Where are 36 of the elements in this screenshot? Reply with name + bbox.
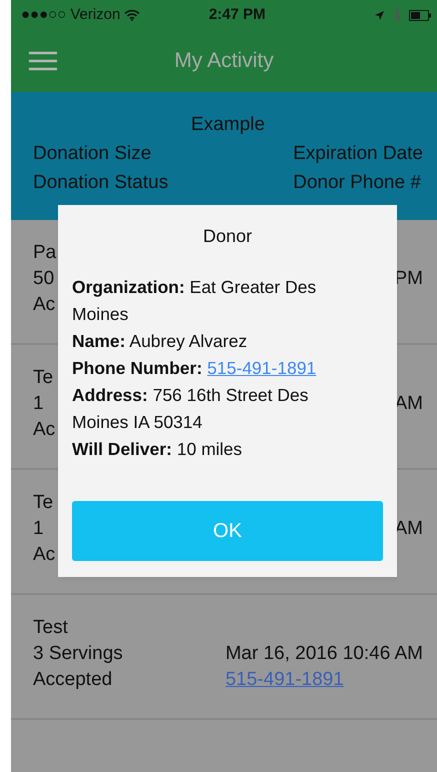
donation-size: 3 Servings [33,642,123,666]
page-title: My Activity [174,48,274,74]
field-text: Name: Aubrey Alvarez [72,330,248,353]
column-label: Donor Phone # [293,171,422,195]
donation-status: Ac [33,293,56,317]
donation-size: 50 [33,267,56,291]
donation-title: Test [33,616,69,640]
carrier-name: Verizon [70,4,120,25]
signal-strength: ●●●○○ [21,4,66,25]
phone-link[interactable]: 515-491-1891 [225,667,344,693]
donation-size: 1 [33,392,45,416]
dialog-title: Donor [202,225,254,248]
bluetooth-icon [393,8,401,22]
column-label: Donation Size [33,142,152,166]
status-time: 2:47 PM [208,4,267,25]
field-text: Will Deliver: 10 miles [72,438,244,461]
location-arrow-icon [374,10,385,20]
ok-button[interactable]: OK [72,501,383,561]
donation-title: Pa [33,241,56,265]
column-label: Expiration Date [293,142,423,166]
wifi-icon [124,9,140,21]
expiration-date: Mar 16, 2016 10:46 AM [225,642,423,666]
menu-icon[interactable] [29,51,57,71]
field-text: Organization: Eat Greater Des Moines [72,276,318,326]
donation-title: Te [33,491,54,515]
phone-link[interactable]: 515-491-1891 [207,358,316,378]
donation-title: Te [33,366,54,390]
donation-status: Ac [33,418,56,442]
header-title: Example [190,113,266,137]
donation-status: Ac [33,543,56,567]
battery-icon [409,10,431,20]
donation-status: Accepted [33,668,114,692]
field-text: Address: 756 16th Street Des Moines IA 50314 [72,384,310,434]
field-label: Phone Number: [72,358,202,378]
column-label: Donation Status [33,171,168,195]
donation-size: 1 [33,517,45,541]
